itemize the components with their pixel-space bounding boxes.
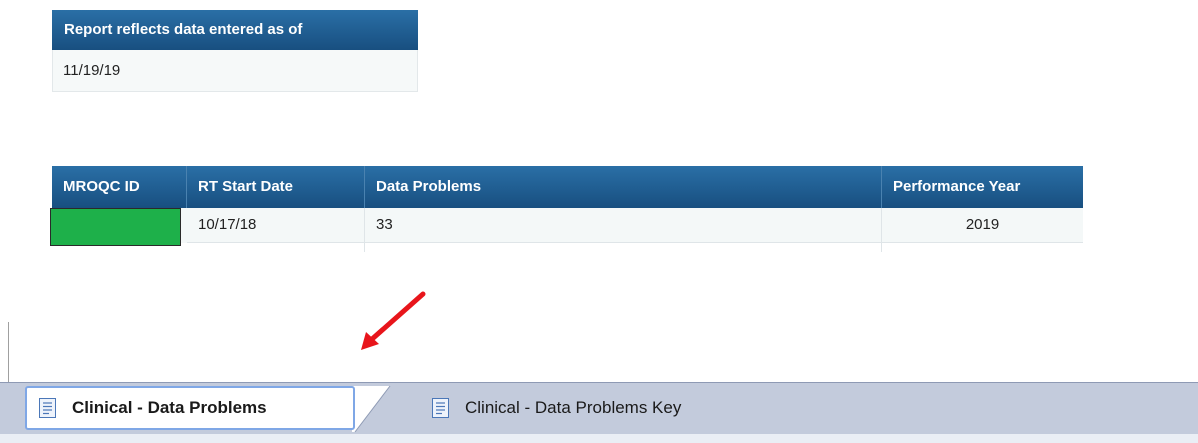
- tab-label: Clinical - Data Problems: [72, 398, 267, 417]
- tab-separator: [352, 385, 391, 433]
- tab-clinical-data-problems-key[interactable]: Clinical - Data Problems Key: [420, 386, 681, 430]
- report-asof-date: 11/19/19: [52, 50, 418, 92]
- mroqc-id-cell: [50, 208, 187, 246]
- table-row-empty: [52, 243, 1083, 252]
- data-problems-cell[interactable]: 33: [365, 208, 882, 243]
- sheet-tab-strip-footer: [0, 434, 1198, 443]
- column-header-rt-start-date[interactable]: RT Start Date: [187, 166, 365, 208]
- rt-start-date-cell: 10/17/18: [187, 208, 365, 243]
- report-asof-box: Report reflects data entered as of 11/19…: [52, 10, 418, 92]
- table-row[interactable]: 10/17/18 33 2019: [50, 208, 1083, 246]
- column-header-mroqc-id[interactable]: MROQC ID: [52, 166, 187, 208]
- performance-year-cell: 2019: [882, 208, 1083, 243]
- table-header-row: MROQC ID RT Start Date Data Problems Per…: [52, 166, 1083, 208]
- data-problems-table: MROQC ID RT Start Date Data Problems Per…: [50, 166, 1083, 252]
- red-arrow-annotation: [361, 291, 426, 350]
- tab-label: Clinical - Data Problems Key: [465, 398, 682, 417]
- document-icon: [432, 398, 449, 418]
- tab-clinical-data-problems[interactable]: Clinical - Data Problems: [25, 386, 355, 430]
- report-asof-header: Report reflects data entered as of: [52, 10, 418, 50]
- redacted-id-block: [50, 208, 181, 246]
- document-icon: [39, 398, 56, 418]
- sheet-area-left-border: [8, 322, 9, 382]
- column-header-performance-year[interactable]: Performance Year: [882, 166, 1083, 208]
- column-header-data-problems[interactable]: Data Problems: [365, 166, 882, 208]
